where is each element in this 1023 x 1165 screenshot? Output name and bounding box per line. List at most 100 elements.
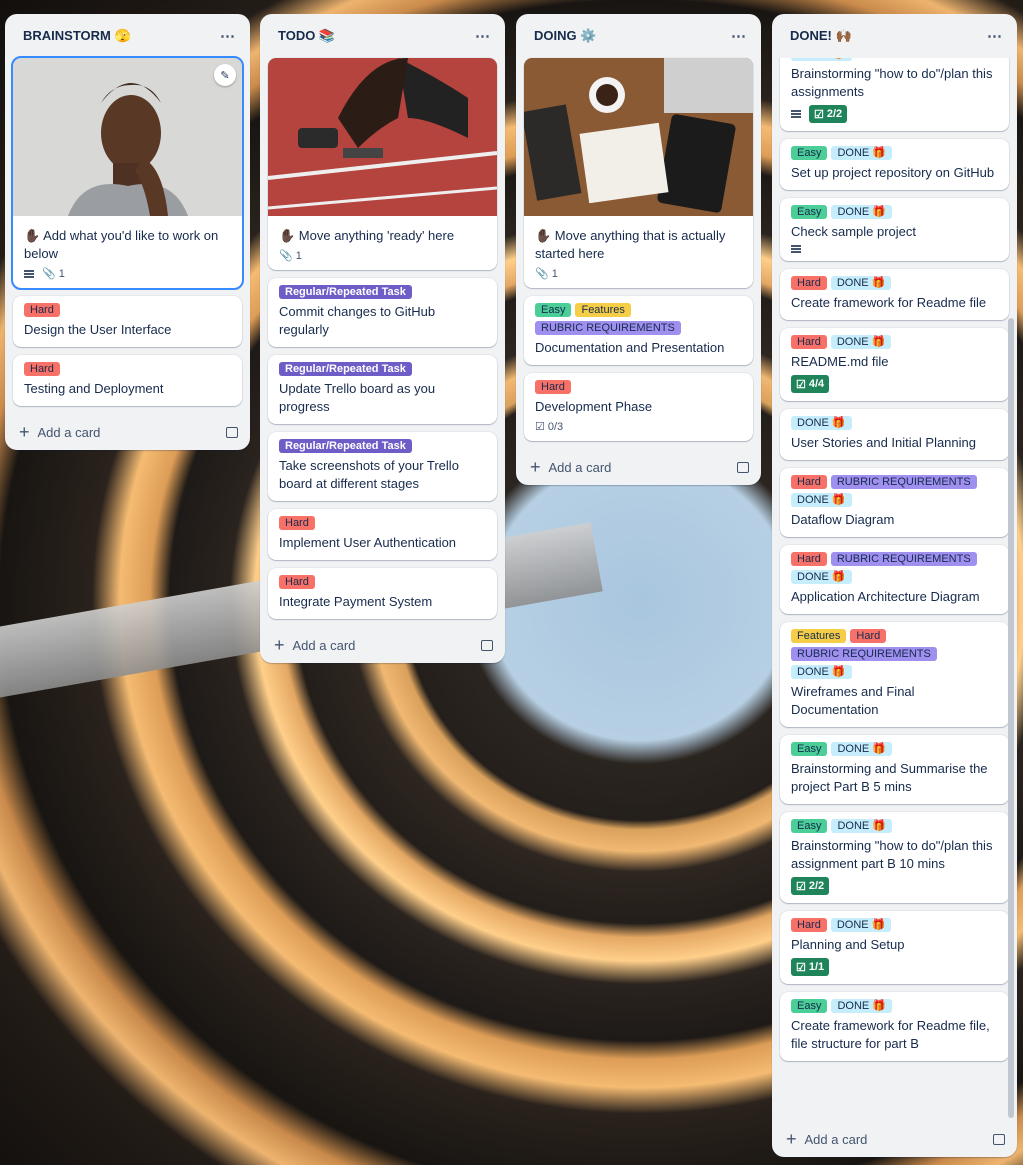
card[interactable]: Hard Testing and Deployment xyxy=(13,355,242,406)
card-label[interactable]: Hard xyxy=(791,475,827,489)
card-label[interactable]: RUBRIC REQUIREMENTS xyxy=(791,647,937,661)
list-scrollbar[interactable] xyxy=(1008,318,1014,1118)
card[interactable]: Easy DONE 🎁 Check sample project xyxy=(780,198,1009,261)
card-label[interactable]: Hard xyxy=(791,335,827,349)
card[interactable]: Easy DONE 🎁 Brainstorming and Summarise th… xyxy=(780,735,1009,804)
card-labels: Regular/Repeated Task xyxy=(279,285,487,299)
card-label[interactable]: Easy xyxy=(791,742,828,756)
card-label[interactable]: Hard xyxy=(850,629,887,643)
add-card-button[interactable]: + Add a card xyxy=(5,414,250,450)
card[interactable]: Easy DONE 🎁 Brainstorming "how to do"/plan… xyxy=(780,812,1009,903)
list-menu-icon[interactable]: ⋯ xyxy=(475,27,491,45)
card-label[interactable]: DONE 🎁 xyxy=(791,58,852,61)
card-label[interactable]: DONE 🎁 xyxy=(831,819,893,833)
card-label[interactable]: DONE 🎁 xyxy=(791,416,852,430)
card[interactable]: DONE 🎁 User Stories and Initial Planning xyxy=(780,409,1009,460)
card-label[interactable]: Hard xyxy=(791,276,827,290)
card-label[interactable]: DONE 🎁 xyxy=(791,493,852,507)
card-title: Check sample project xyxy=(791,224,916,239)
card-label[interactable]: RUBRIC REQUIREMENTS xyxy=(535,321,681,335)
edit-pencil-icon[interactable]: ✎ xyxy=(214,64,236,86)
card-label[interactable]: Hard xyxy=(24,303,60,317)
card[interactable]: Hard Integrate Payment System xyxy=(268,568,497,619)
card-label[interactable]: DONE 🎁 xyxy=(830,276,892,290)
card-label[interactable]: DONE 🎁 xyxy=(831,205,893,219)
card-label[interactable]: Hard xyxy=(279,516,315,530)
card[interactable]: ✋🏿 Move anything 'ready' here 📎 1 xyxy=(268,58,497,270)
checklist-complete-badge: ☑ 4/4 xyxy=(791,375,830,393)
card-title: Set up project repository on GitHub xyxy=(791,165,995,180)
card[interactable]: Hard DONE 🎁 Planning and Setup ☑ 1/1 xyxy=(780,911,1009,984)
card[interactable]: Easy Features RUBRIC REQUIREMENTS Documenta… xyxy=(524,296,753,365)
card[interactable]: Hard DONE 🎁 Create framework for Readme fi… xyxy=(780,269,1009,320)
card-title: Update Trello board as you progress xyxy=(279,381,436,414)
card-template-icon[interactable] xyxy=(226,426,238,438)
card-label[interactable]: Easy xyxy=(791,999,828,1013)
card-label[interactable]: Features xyxy=(791,629,847,643)
paperclip-icon: 📎 xyxy=(535,268,549,280)
add-card-label: Add a card xyxy=(37,424,101,440)
add-card-button[interactable]: + Add a card xyxy=(516,449,761,485)
card-template-icon[interactable] xyxy=(737,461,749,473)
card[interactable]: ✎ ✋🏿 Add what you'd like to work on below… xyxy=(11,56,244,290)
card-labels: Hard RUBRIC REQUIREMENTS DONE 🎁 xyxy=(791,475,999,507)
card-label[interactable]: DONE 🎁 xyxy=(830,918,892,932)
list-header[interactable]: TODO 📚 ⋯ xyxy=(260,14,505,58)
card-label[interactable]: DONE 🎁 xyxy=(831,742,893,756)
card-label[interactable]: Hard xyxy=(791,918,827,932)
list-menu-icon[interactable]: ⋯ xyxy=(987,27,1003,45)
card-label[interactable]: Hard xyxy=(535,380,571,394)
card-label[interactable]: Regular/Repeated Task xyxy=(279,362,412,376)
card-label[interactable]: Easy xyxy=(535,303,572,317)
card[interactable]: Easy DONE 🎁 Set up project repository on G… xyxy=(780,139,1009,190)
attachment-count: 1 xyxy=(58,267,65,280)
list-header[interactable]: BRAINSTORM 🫣 ⋯ xyxy=(5,14,250,58)
card[interactable]: Regular/Repeated Task Take screenshots of… xyxy=(268,432,497,501)
checkbox-icon: ☑ xyxy=(796,378,806,391)
card-label[interactable]: DONE 🎁 xyxy=(831,146,893,160)
card-label[interactable]: RUBRIC REQUIREMENTS xyxy=(830,552,977,566)
card-label[interactable]: Regular/Repeated Task xyxy=(279,439,412,453)
card-label[interactable]: Features xyxy=(575,303,631,317)
card-label[interactable]: RUBRIC REQUIREMENTS xyxy=(830,475,977,489)
card-label[interactable]: Hard xyxy=(791,552,827,566)
card[interactable]: ✋🏿 Move anything that is actually starte… xyxy=(524,58,753,288)
card-badges: ☑ 4/4 xyxy=(791,375,999,393)
card-label[interactable]: DONE 🎁 xyxy=(830,335,892,349)
card-label[interactable]: DONE 🎁 xyxy=(791,570,852,584)
card-label[interactable]: Hard xyxy=(279,575,315,589)
card[interactable]: Hard RUBRIC REQUIREMENTS DONE 🎁 Application… xyxy=(780,545,1009,614)
card[interactable]: Regular/Repeated Task Commit changes to G… xyxy=(268,278,497,347)
card[interactable]: Hard Design the User Interface xyxy=(13,296,242,347)
list-menu-icon[interactable]: ⋯ xyxy=(731,27,747,45)
paperclip-icon: 📎 xyxy=(279,250,293,262)
card[interactable]: Hard Development Phase ☑ 0/3 xyxy=(524,373,753,441)
card[interactable]: EasyRUBRIC REQUIREMENTSDONE 🎁 Brainstormi… xyxy=(780,58,1009,131)
card-template-icon[interactable] xyxy=(993,1133,1005,1145)
card-badges: ☑ 2/2 xyxy=(791,105,999,123)
card[interactable]: Features Hard RUBRIC REQUIREMENTS DONE 🎁 Wir… xyxy=(780,622,1009,727)
add-card-button[interactable]: + Add a card xyxy=(772,1121,1017,1157)
card-badges: 📎 1 xyxy=(24,267,232,280)
card-label[interactable]: DONE 🎁 xyxy=(831,999,893,1013)
card[interactable]: Hard DONE 🎁 README.md file ☑ 4/4 xyxy=(780,328,1009,401)
list-header[interactable]: DONE! 🙌🏾 ⋯ xyxy=(772,14,1017,58)
add-card-button[interactable]: + Add a card xyxy=(260,627,505,663)
card-label[interactable]: Hard xyxy=(24,362,60,376)
card-label[interactable]: Regular/Repeated Task xyxy=(279,285,412,299)
card[interactable]: Regular/Repeated Task Update Trello board… xyxy=(268,355,497,424)
card[interactable]: Easy DONE 🎁 Create framework for Readme fi… xyxy=(780,992,1009,1061)
list-title: BRAINSTORM 🫣 xyxy=(23,28,131,43)
card-template-icon[interactable] xyxy=(481,639,493,651)
card[interactable]: Hard Implement User Authentication xyxy=(268,509,497,560)
card-label[interactable]: Easy xyxy=(791,146,828,160)
card[interactable]: Hard RUBRIC REQUIREMENTS DONE 🎁 Dataflow Di… xyxy=(780,468,1009,537)
card-label[interactable]: Easy xyxy=(791,819,828,833)
plus-icon: + xyxy=(786,1129,797,1149)
card-label[interactable]: Easy xyxy=(791,205,828,219)
card-cover-image xyxy=(13,58,242,216)
card-list: ✋🏿 Move anything 'ready' here 📎 1 Regular/R… xyxy=(260,58,505,619)
card-label[interactable]: DONE 🎁 xyxy=(791,665,852,679)
list-menu-icon[interactable]: ⋯ xyxy=(220,27,236,45)
list-header[interactable]: DOING ⚙️ ⋯ xyxy=(516,14,761,58)
